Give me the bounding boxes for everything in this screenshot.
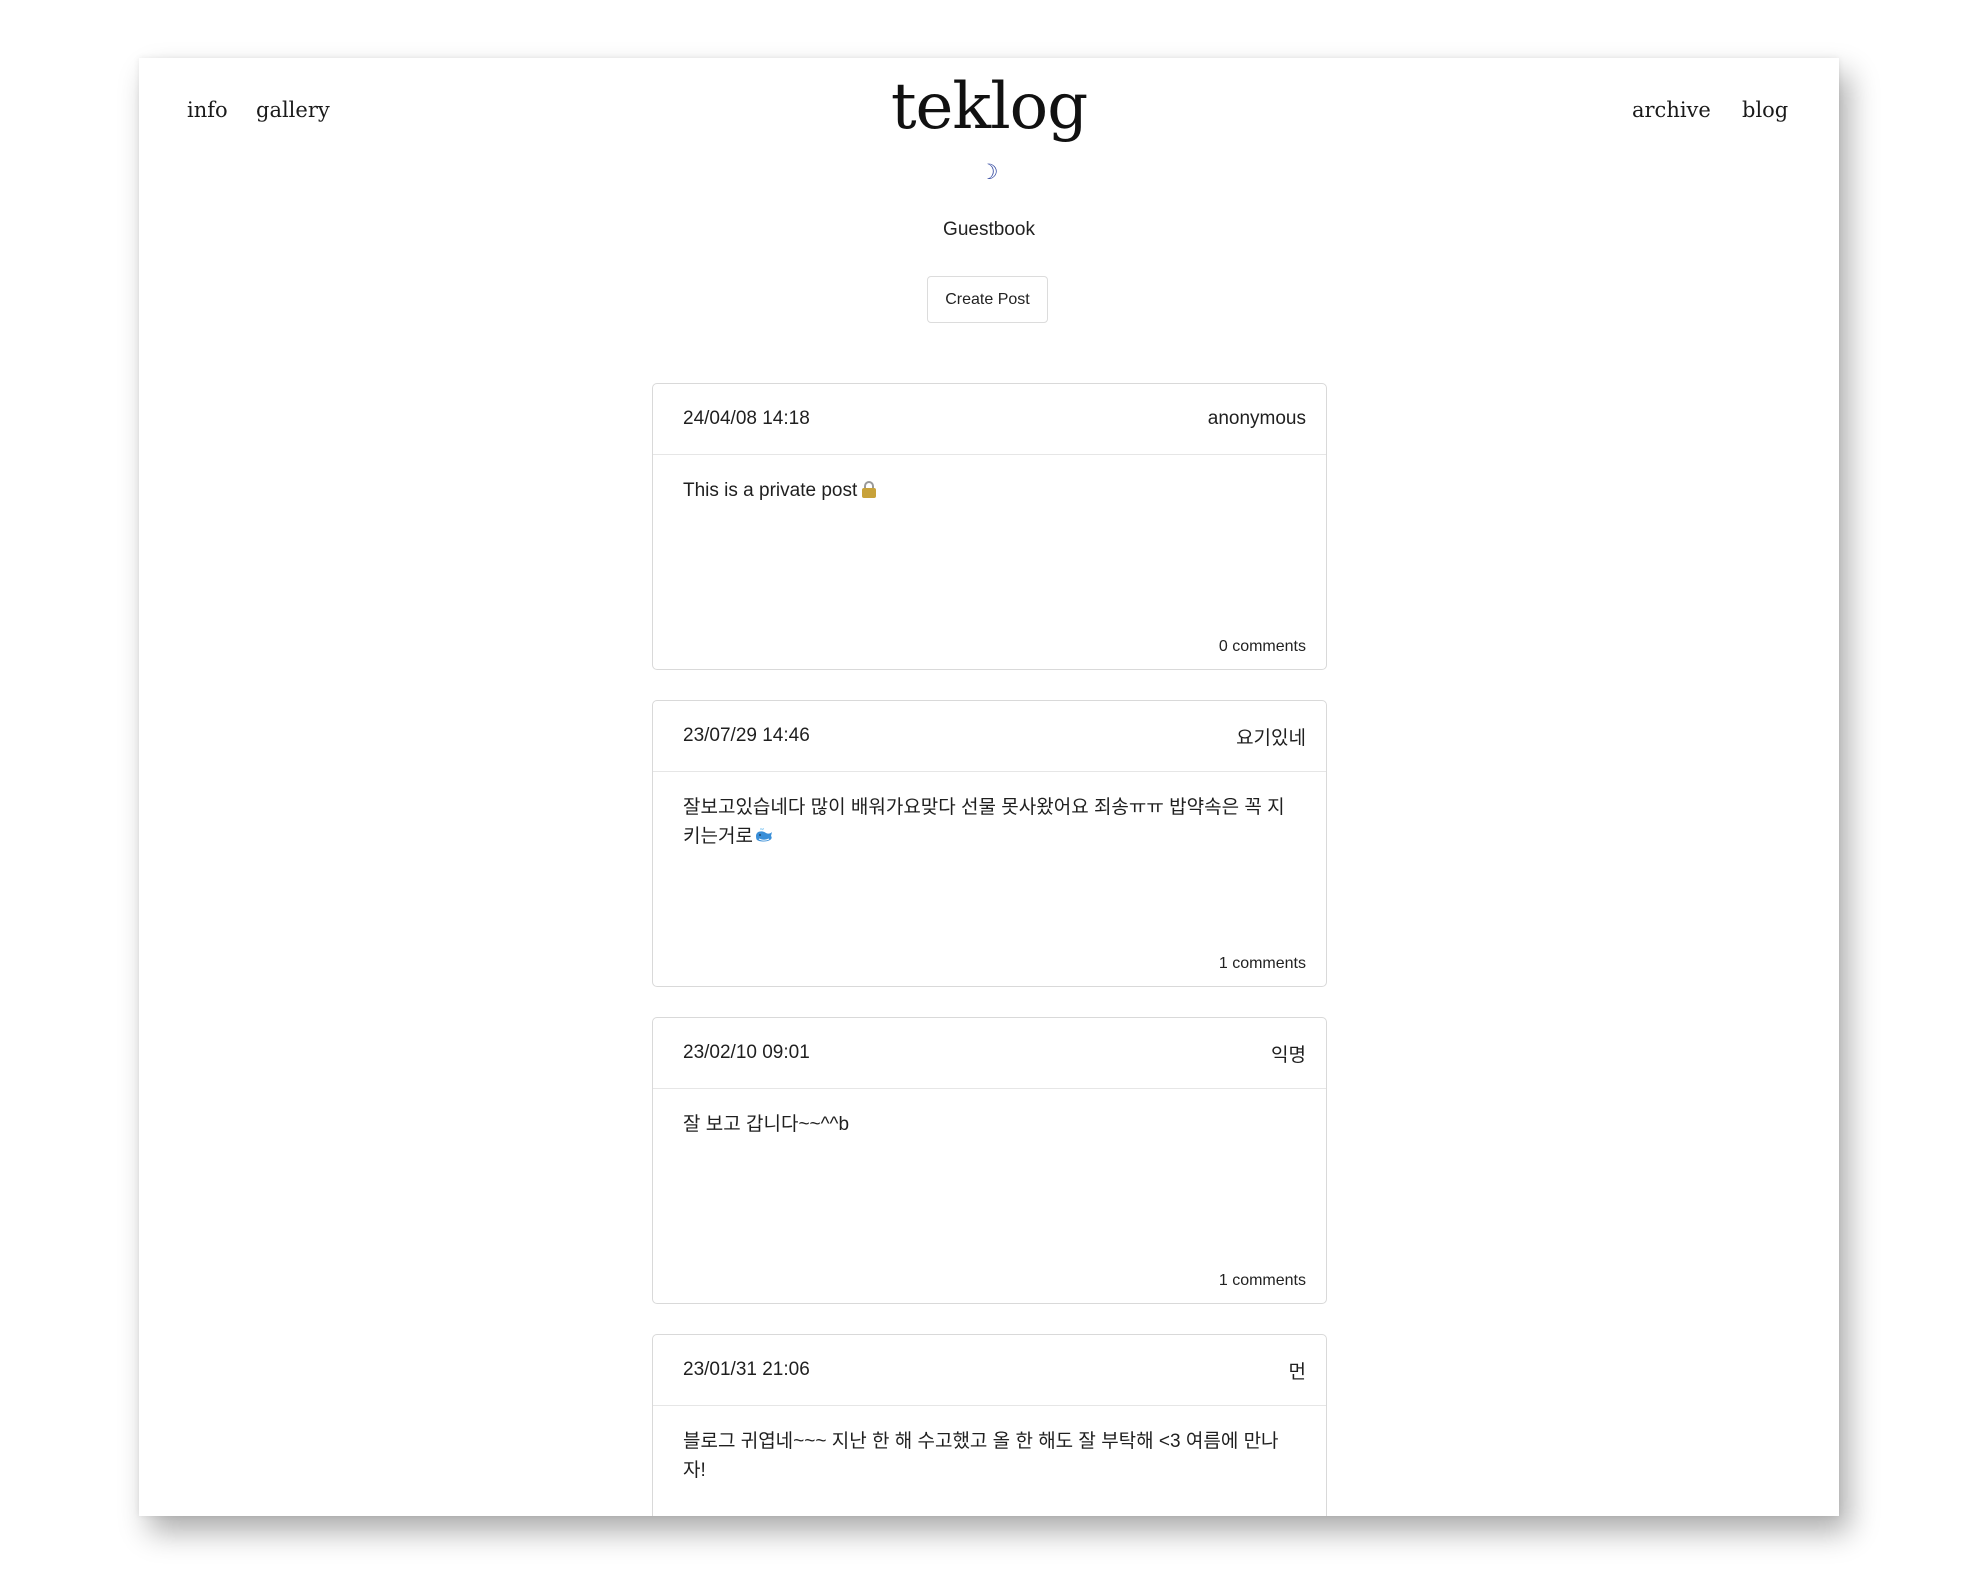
post-content-text: 블로그 귀엽네~~~ 지난 한 해 수고했고 올 한 해도 잘 부탁해 <3 여… xyxy=(683,1431,1279,1481)
post-date: 23/01/31 21:06 xyxy=(683,1359,810,1380)
browser-window: info gallery teklog ☽ archive blog Guest… xyxy=(139,58,1839,1516)
post-date: 23/07/29 14:46 xyxy=(683,725,810,746)
post-date: 23/02/10 09:01 xyxy=(683,1042,810,1063)
create-post-button[interactable]: Create Post xyxy=(927,276,1048,323)
post-author: 먼 xyxy=(1288,1361,1306,1383)
guestbook-post-card[interactable]: 23/07/29 14:46 요기있네 잘보고있습네다 많이 배워가요맞다 선물… xyxy=(652,700,1327,987)
post-date: 24/04/08 14:18 xyxy=(683,408,810,429)
moon-icon[interactable]: ☽ xyxy=(968,160,1010,184)
post-comment-count[interactable]: 1 comments xyxy=(1219,1272,1306,1290)
post-content-text: 잘 보고 갑니다~~^^b xyxy=(683,1114,850,1135)
post-header: 23/07/29 14:46 요기있네 xyxy=(653,701,1326,772)
post-content: 잘보고있습네다 많이 배워가요맞다 선물 못사왔어요 죄송ㅠㅠ 밥약속은 꼭 지… xyxy=(653,772,1326,854)
post-content-text: This is a private post xyxy=(683,480,858,501)
post-comment-count[interactable]: 1 comments xyxy=(1219,955,1306,973)
lock-icon xyxy=(862,481,877,498)
page-heading: Guestbook xyxy=(943,219,1035,240)
guestbook-post-card[interactable]: 23/02/10 09:01 익명 잘 보고 갑니다~~^^b 1 commen… xyxy=(652,1017,1327,1304)
guestbook-post-card[interactable]: 24/04/08 14:18 anonymous This is a priva… xyxy=(652,383,1327,670)
post-header: 24/04/08 14:18 anonymous xyxy=(653,384,1326,455)
post-content: 블로그 귀엽네~~~ 지난 한 해 수고했고 올 한 해도 잘 부탁해 <3 여… xyxy=(653,1406,1326,1485)
guestbook-post-list: 24/04/08 14:18 anonymous This is a priva… xyxy=(652,383,1327,1516)
site-title[interactable]: teklog xyxy=(139,70,1839,144)
whale-icon xyxy=(754,825,774,854)
post-author: 요기있네 xyxy=(1236,727,1306,749)
post-header: 23/01/31 21:06 먼 xyxy=(653,1335,1326,1406)
post-author: anonymous xyxy=(1207,408,1306,429)
post-content: 잘 보고 갑니다~~^^b xyxy=(653,1089,1326,1139)
nav-blog-link[interactable]: blog xyxy=(1742,98,1788,122)
guestbook-post-card[interactable]: 23/01/31 21:06 먼 블로그 귀엽네~~~ 지난 한 해 수고했고 … xyxy=(652,1334,1327,1516)
post-content: This is a private post xyxy=(653,455,1326,505)
post-header: 23/02/10 09:01 익명 xyxy=(653,1018,1326,1089)
nav-archive-link[interactable]: archive xyxy=(1632,98,1711,122)
post-comment-count[interactable]: 0 comments xyxy=(1219,638,1306,656)
post-author: 익명 xyxy=(1271,1044,1306,1066)
